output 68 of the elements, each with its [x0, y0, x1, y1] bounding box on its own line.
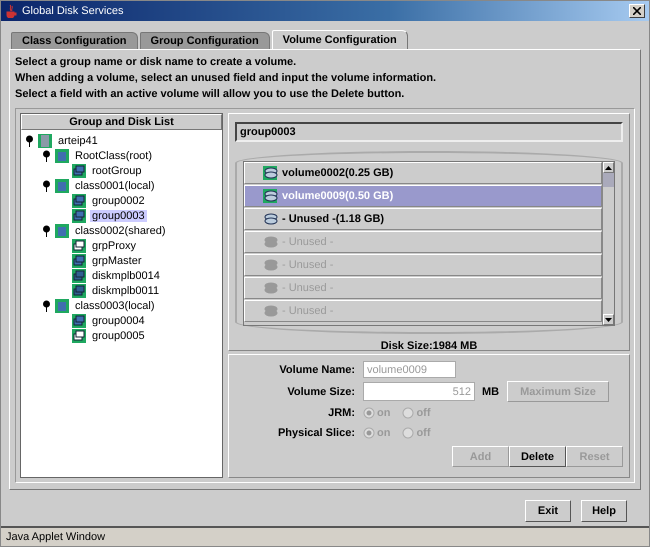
- disk-group-icon: [55, 224, 69, 238]
- tree-item[interactable]: diskmplb0011: [90, 284, 162, 296]
- dialog-button[interactable]: Help: [581, 500, 627, 522]
- volume-icon: [263, 212, 279, 226]
- disk-group-icon: [55, 178, 69, 192]
- tree-item[interactable]: class0003(local): [73, 300, 156, 312]
- tab[interactable]: Group Configuration: [140, 32, 270, 49]
- close-icon: [633, 7, 641, 15]
- scroll-down-icon[interactable]: [605, 318, 612, 322]
- disk-group-icon: [55, 148, 69, 162]
- expand-handle-icon[interactable]: [42, 180, 51, 192]
- volume-icon: [263, 235, 279, 249]
- expand-handle-icon[interactable]: [25, 134, 34, 146]
- tree-item[interactable]: group0005: [90, 330, 147, 342]
- expand-handle-icon[interactable]: [42, 300, 51, 312]
- tab[interactable]: Volume Configuration: [272, 30, 408, 49]
- volume-icon: [263, 189, 279, 203]
- field-label: Volume Size:: [286, 386, 355, 398]
- tree-item[interactable]: grpProxy: [90, 240, 138, 252]
- field-label: Physical Slice:: [276, 426, 355, 438]
- expand-handle-icon[interactable]: [42, 224, 51, 236]
- tree-item[interactable]: rootGroup: [90, 164, 144, 176]
- tree-item[interactable]: grpMaster: [90, 254, 144, 266]
- tab[interactable]: Class Configuration: [11, 32, 138, 49]
- window-title: Global Disk Services: [22, 5, 124, 17]
- tree-item[interactable]: group0004: [90, 314, 147, 326]
- action-button[interactable]: Delete: [509, 446, 566, 467]
- column-header: Group and Disk List: [21, 114, 222, 130]
- tree-item[interactable]: group0003: [90, 210, 147, 222]
- volume-icon: [263, 281, 279, 295]
- field-label: JRM:: [327, 406, 355, 418]
- expand-handle-icon[interactable]: [42, 150, 51, 162]
- disk-group-icon: [72, 194, 86, 208]
- server-icon: [38, 134, 52, 148]
- scroll-up-icon[interactable]: [605, 166, 612, 170]
- volume-icon: [263, 166, 279, 180]
- instruction-text: Select a group name or disk name to create a volume.: [15, 55, 298, 70]
- disk-group-icon: [72, 164, 86, 178]
- disk-group-icon: [72, 238, 86, 252]
- disk-group-icon: [55, 298, 69, 312]
- disk-group-icon: [72, 284, 86, 298]
- unit-label: MB: [482, 386, 500, 398]
- volume-item[interactable]: - Unused -(1.18 GB): [244, 208, 602, 230]
- disk-group-icon: [72, 268, 86, 282]
- disk-group-icon: [72, 208, 86, 222]
- disk-group-icon: [72, 328, 86, 342]
- scroll-thumb[interactable]: [603, 173, 614, 187]
- cup-icon: [5, 4, 17, 18]
- field-label: Volume Name:: [278, 364, 355, 376]
- volume-icon: [263, 304, 279, 318]
- tree-item[interactable]: diskmplb0014: [90, 270, 162, 282]
- scrollbar[interactable]: [602, 162, 614, 325]
- disk-group-icon: [72, 254, 86, 268]
- instruction-text: When adding a volume, select an unused field and input the volume information.: [15, 71, 438, 86]
- disk-size-label: Disk Size:1984 MB: [380, 340, 478, 352]
- group-name-field: group0003: [235, 122, 623, 142]
- tree-item[interactable]: group0002: [90, 194, 147, 206]
- volume-icon: [263, 258, 279, 272]
- status-bar: Java Applet Window: [1, 526, 649, 546]
- volume-item[interactable]: volume0002(0.25 GB): [244, 162, 602, 184]
- disk-group-icon: [72, 314, 86, 328]
- instruction-text: Select a field with an active volume will allow you to use the Delete button.: [15, 87, 406, 102]
- tree-item[interactable]: class0002(shared): [73, 224, 168, 236]
- tree-item[interactable]: RootClass(root): [73, 150, 154, 162]
- dialog-button[interactable]: Exit: [525, 500, 571, 522]
- tree-item[interactable]: arteip41: [56, 134, 100, 146]
- close-button[interactable]: [629, 4, 645, 18]
- tree-item[interactable]: class0001(local): [73, 180, 156, 192]
